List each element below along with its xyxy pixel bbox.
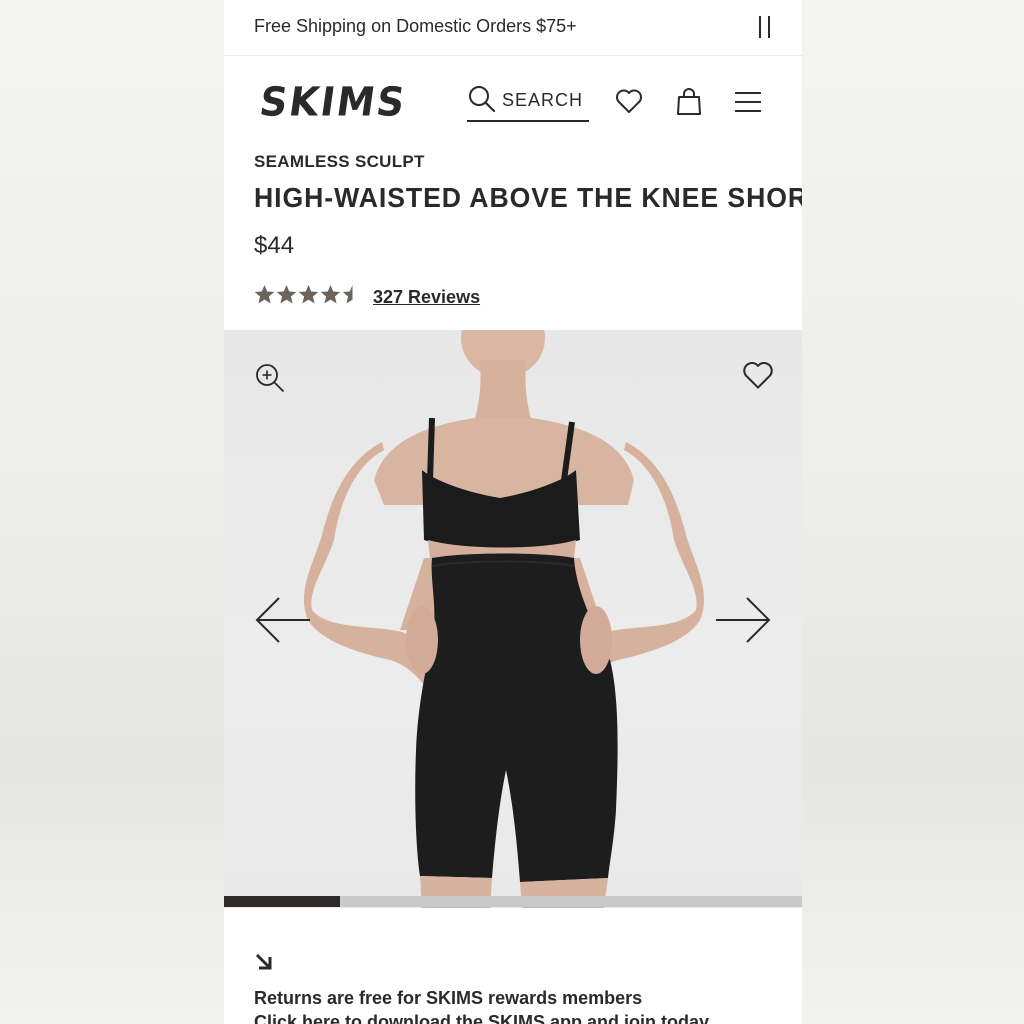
product-collection: SEAMLESS SCULPT [254, 152, 425, 171]
star-icon [320, 285, 341, 304]
zoom-in-icon[interactable] [254, 362, 286, 394]
menu-icon[interactable] [734, 91, 762, 113]
gallery-progress-track [224, 896, 802, 907]
promo-bar: Free Shipping on Domestic Orders $75+ [224, 0, 802, 56]
background-right [802, 0, 1024, 1024]
search-button[interactable]: SEARCH [467, 84, 589, 122]
returns-message: Returns are free for SKIMS rewards membe… [254, 988, 643, 1008]
star-icon [276, 285, 297, 304]
arrow-down-right-icon[interactable] [254, 952, 274, 972]
site-header: SKIMS SEARCH [224, 56, 802, 146]
favorite-heart-icon[interactable] [742, 360, 774, 390]
search-label: SEARCH [502, 90, 584, 110]
star-icon [254, 285, 275, 304]
product-price: $44 [254, 232, 295, 259]
skims-logo[interactable]: SKIMS [257, 79, 410, 125]
background-left [0, 0, 224, 1024]
arrow-right-icon[interactable] [714, 595, 772, 645]
promo-text: Free Shipping on Domestic Orders $75+ [254, 16, 577, 36]
search-icon [469, 86, 496, 113]
mobile-page: Free Shipping on Domestic Orders $75+ SK… [224, 0, 802, 1024]
star-icon [342, 285, 353, 304]
product-image-gallery[interactable] [224, 330, 802, 908]
rating-stars [254, 284, 364, 306]
pause-icon[interactable] [756, 16, 774, 40]
reviews-link[interactable]: 327 Reviews [373, 287, 480, 308]
download-app-link[interactable]: Click here to download the SKIMS app and… [254, 1012, 709, 1024]
gallery-progress-fill [224, 896, 340, 907]
product-title: HIGH-WAISTED ABOVE THE KNEE SHORT [254, 182, 802, 213]
star-icon [298, 285, 319, 304]
arrow-left-icon[interactable] [254, 595, 312, 645]
heart-icon[interactable] [615, 88, 643, 114]
bag-icon[interactable] [675, 86, 703, 116]
